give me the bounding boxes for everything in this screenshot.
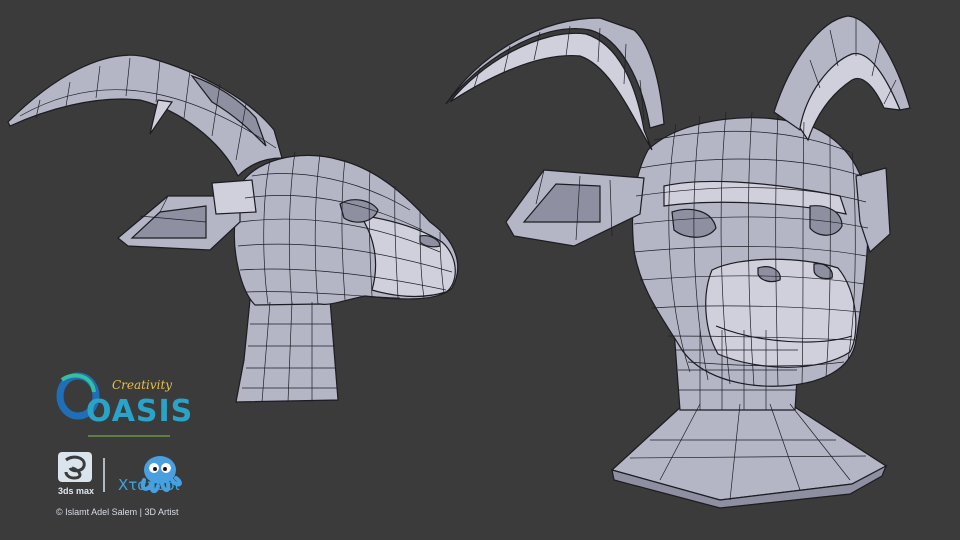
branding-block: Creativity OASIS 3ds max Xταπόδι © Islam… [40, 370, 240, 530]
brand-tagline: Creativity [112, 378, 173, 392]
artist-credit: © Islamt Adel Salem | 3D Artist [56, 507, 179, 517]
goat-head-front-view [445, 15, 911, 509]
brand-name: OASIS [86, 394, 194, 429]
studio-label: Xταπόδι [118, 476, 180, 494]
goat-head-side-view [7, 54, 459, 403]
software-label: 3ds max [58, 486, 95, 496]
